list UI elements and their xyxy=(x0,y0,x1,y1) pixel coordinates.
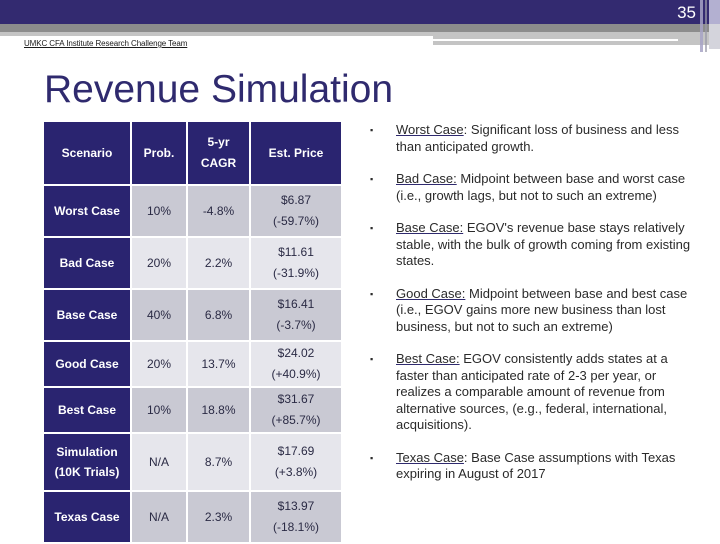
table-row: Base Case 40% 6.8% $16.41 (-3.7%) xyxy=(44,290,341,340)
est-price: $31.67 xyxy=(277,392,315,406)
scenario-term: Bad Case: xyxy=(396,171,457,186)
cagr-cell: 6.8% xyxy=(188,290,249,340)
decorative-stripe xyxy=(709,24,720,49)
scenario-cell: Best Case xyxy=(44,388,130,432)
decorative-stripe xyxy=(700,0,703,52)
list-item: ▪ Texas Case: Base Case assumptions with … xyxy=(370,450,700,483)
table-row: Worst Case 10% -4.8% $6.87 (-59.7%) xyxy=(44,186,341,236)
prob-cell: 10% xyxy=(132,186,186,236)
scenario-cell: Worst Case xyxy=(44,186,130,236)
scenario-name: Base Case xyxy=(56,308,118,322)
scenario-descriptions: ▪ Worst Case: Significant loss of busines… xyxy=(370,122,700,483)
scenario-term: Base Case: xyxy=(396,220,464,235)
cagr-cell: 2.2% xyxy=(188,238,249,288)
table-row: Simulation (10K Trials) N/A 8.7% $17.69 (+3.8… xyxy=(44,434,341,490)
bullet-icon: ▪ xyxy=(370,354,374,364)
bullet-icon: ▪ xyxy=(370,223,374,233)
est-price: $16.41 xyxy=(277,297,315,311)
header-divider-line xyxy=(433,39,678,41)
header-prob: Prob. xyxy=(132,122,186,184)
list-item: ▪ Base Case: EGOV's revenue base stays re… xyxy=(370,220,700,270)
prob-cell: 20% xyxy=(132,238,186,288)
cagr-cell: 18.8% xyxy=(188,388,249,432)
bullet-icon: ▪ xyxy=(370,288,374,299)
price-change: (-3.7%) xyxy=(276,318,316,332)
decorative-stripe xyxy=(705,0,707,52)
table-row: Texas Case N/A 2.3% $13.97 (-18.1%) xyxy=(44,492,341,542)
price-cell: $17.69 (+3.8%) xyxy=(251,434,341,490)
price-cell: $13.97 (-18.1%) xyxy=(251,492,341,542)
prob-cell: N/A xyxy=(132,492,186,542)
scenario-cell: Texas Case xyxy=(44,492,130,542)
prob-cell: 10% xyxy=(132,388,186,432)
table-row: Bad Case 20% 2.2% $11.61 (-31.9%) xyxy=(44,238,341,288)
scenario-subtitle: (10K Trials) xyxy=(54,465,120,479)
scenario-term: Best Case: xyxy=(396,351,460,366)
header-price: Est. Price xyxy=(251,122,341,184)
header-cagr-line2: CAGR xyxy=(200,156,237,170)
page-number: 35 xyxy=(677,3,696,22)
list-item: ▪ Worst Case: Significant loss of busines… xyxy=(370,122,700,155)
table-header-row: Scenario Prob. 5-yr CAGR Est. Price xyxy=(44,122,341,184)
scenario-cell: Base Case xyxy=(44,290,130,340)
scenario-cell: Bad Case xyxy=(44,238,130,288)
header-bar xyxy=(0,0,720,24)
bullet-icon: ▪ xyxy=(370,125,374,135)
prob-cell: 20% xyxy=(132,342,186,386)
price-change: (+85.7%) xyxy=(271,413,321,427)
price-cell: $31.67 (+85.7%) xyxy=(251,388,341,432)
cagr-cell: -4.8% xyxy=(188,186,249,236)
est-price: $6.87 xyxy=(280,193,312,207)
price-cell: $11.61 (-31.9%) xyxy=(251,238,341,288)
scenario-cell: Simulation (10K Trials) xyxy=(44,434,130,490)
scenario-term: Worst Case xyxy=(396,122,464,137)
scenario-name: Texas Case xyxy=(54,510,120,524)
scenario-term: Texas Case xyxy=(396,449,464,465)
price-change: (-18.1%) xyxy=(272,520,319,534)
scenario-term: Good Case: xyxy=(396,285,466,301)
est-price: $13.97 xyxy=(277,499,315,513)
term-separator: : xyxy=(463,122,471,137)
prob-cell: 40% xyxy=(132,290,186,340)
scenario-name: Bad Case xyxy=(59,256,115,270)
price-change: (+3.8%) xyxy=(274,465,318,479)
scenario-name: Worst Case xyxy=(54,204,120,218)
list-item: ▪ Bad Case: Midpoint between base and wor… xyxy=(370,171,700,204)
prob-cell: N/A xyxy=(132,434,186,490)
team-label-link[interactable]: UMKC CFA Institute Research Challenge Te… xyxy=(24,39,187,48)
scenario-name: Best Case xyxy=(57,403,117,417)
list-item: ▪ Best Case: EGOV consistently adds state… xyxy=(370,351,700,434)
scenario-name: Simulation xyxy=(56,445,118,459)
scenario-cell: Good Case xyxy=(44,342,130,386)
header-cagr: 5-yr CAGR xyxy=(188,122,249,184)
cagr-cell: 8.7% xyxy=(188,434,249,490)
price-change: (-31.9%) xyxy=(272,266,319,280)
cagr-cell: 13.7% xyxy=(188,342,249,386)
header-divider-accent xyxy=(0,32,433,36)
header-scenario: Scenario xyxy=(44,122,130,184)
est-price: $11.61 xyxy=(278,245,314,259)
bullet-icon: ▪ xyxy=(370,452,374,463)
table-row: Best Case 10% 18.8% $31.67 (+85.7%) xyxy=(44,388,341,432)
price-cell: $6.87 (-59.7%) xyxy=(251,186,341,236)
list-item: ▪ Good Case: Midpoint between base and be… xyxy=(370,286,700,336)
header-cagr-line1: 5-yr xyxy=(207,135,230,149)
slide-title: Revenue Simulation xyxy=(44,68,394,111)
scenario-name: Good Case xyxy=(55,357,119,371)
header-divider xyxy=(0,24,720,32)
cagr-cell: 2.3% xyxy=(188,492,249,542)
price-change: (+40.9%) xyxy=(271,367,321,381)
decorative-stripe xyxy=(709,0,720,24)
price-cell: $24.02 (+40.9%) xyxy=(251,342,341,386)
est-price: $24.02 xyxy=(277,346,315,360)
scenario-table: Scenario Prob. 5-yr CAGR Est. Price Wors… xyxy=(42,120,343,544)
est-price: $17.69 xyxy=(277,444,315,458)
price-change: (-59.7%) xyxy=(272,214,319,228)
bullet-icon: ▪ xyxy=(370,174,374,184)
price-cell: $16.41 (-3.7%) xyxy=(251,290,341,340)
table-row: Good Case 20% 13.7% $24.02 (+40.9%) xyxy=(44,342,341,386)
